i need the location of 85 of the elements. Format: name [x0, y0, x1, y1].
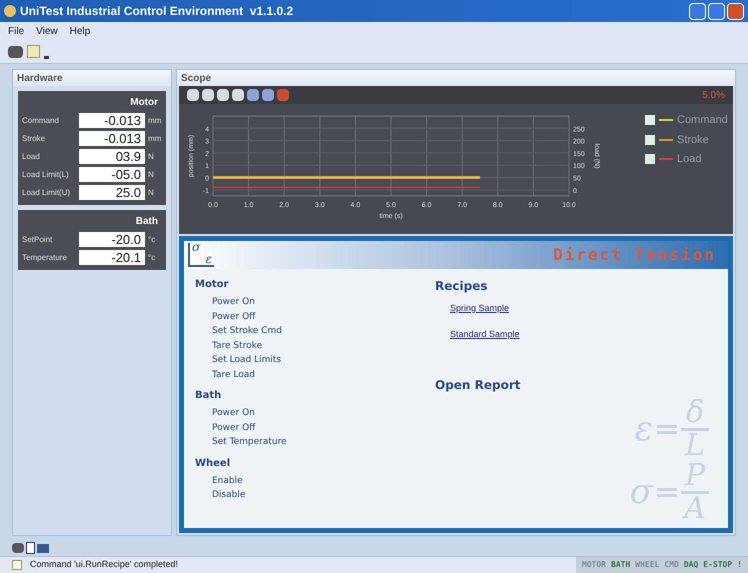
command-link[interactable]: Disable	[212, 488, 246, 502]
status-indicator: !	[737, 559, 742, 571]
value-field[interactable]: -20.1	[79, 250, 145, 265]
logo-sigma: σ	[192, 241, 200, 253]
equals-sign-icon	[657, 488, 677, 497]
document-button[interactable]	[26, 542, 35, 554]
recipes-heading: Recipes	[435, 278, 488, 295]
command-link[interactable]: Tare Stroke	[212, 338, 262, 353]
field-label: Temperature	[22, 252, 68, 264]
checkbox[interactable]	[645, 154, 655, 164]
menu-item[interactable]: Help	[70, 24, 90, 38]
percent-reading: 5.0%	[702, 88, 725, 102]
panel-title: Hardware	[17, 72, 63, 86]
value-field[interactable]: -0.013	[79, 131, 145, 146]
image-button[interactable]	[262, 89, 274, 101]
legend-label: Load	[677, 152, 702, 167]
command-link[interactable]: Set Stroke Cmd	[212, 324, 282, 338]
command-link[interactable]: Set Temperature	[212, 435, 287, 450]
status-message: Command 'ui.RunRecipe' completed!	[30, 558, 178, 572]
stop-button[interactable]	[277, 89, 289, 101]
group-title: Motor	[130, 96, 158, 110]
value-field[interactable]: 03.9	[79, 149, 145, 164]
panel-title: Scope	[181, 72, 212, 86]
value-field[interactable]: -0.013	[79, 113, 145, 128]
status-indicator: MOTOR	[582, 559, 606, 571]
maximize-button[interactable]	[708, 2, 725, 20]
value-field[interactable]: 25.0	[79, 185, 145, 200]
command-link[interactable]: Enable	[212, 474, 243, 488]
checkbox[interactable]	[645, 115, 655, 126]
legend-label: Command	[677, 113, 728, 128]
command-link[interactable]: Power Off	[212, 420, 256, 435]
recipe-link[interactable]: Standard Sample	[450, 328, 520, 341]
window-title: UniTest Industrial Control Environment v1.1.0.2	[20, 3, 294, 20]
value-field[interactable]: -20.0	[79, 232, 145, 247]
checkbox[interactable]	[645, 134, 655, 145]
field-label: SetPoint	[22, 234, 54, 246]
command-link[interactable]: Power On	[212, 295, 255, 310]
message-icon	[12, 560, 22, 570]
field-label: Load Limit(U)	[22, 186, 72, 198]
command-link[interactable]: Power On	[212, 406, 255, 420]
section-heading: Wheel	[195, 456, 232, 470]
fraction-bar	[681, 491, 709, 494]
command-link[interactable]: Set Load Limits	[212, 353, 282, 368]
unit-label: N	[148, 150, 154, 162]
preview-button[interactable]	[232, 89, 244, 101]
field-label: Load	[22, 150, 41, 162]
unit-label: mm	[148, 132, 162, 144]
unit-label: mm	[148, 114, 162, 126]
menu-item[interactable]: View	[36, 24, 58, 38]
list-button[interactable]	[247, 89, 259, 101]
logo-epsilon: ε	[206, 253, 212, 265]
value-field[interactable]: -05.0	[79, 167, 145, 182]
fraction-bar	[681, 428, 709, 431]
unit-label: °c	[148, 234, 156, 246]
open-report-link[interactable]: Open Report	[435, 376, 521, 394]
save-button[interactable]	[187, 89, 199, 101]
field-label: Stroke	[22, 132, 46, 144]
status-indicator: E-STOP	[703, 559, 732, 571]
unit-label: °c	[148, 252, 156, 264]
section-heading: Motor	[195, 278, 230, 292]
field-label: Command	[22, 114, 60, 126]
window-button[interactable]	[37, 544, 49, 552]
app-icon	[4, 5, 16, 17]
print-button[interactable]	[217, 89, 229, 101]
field-label: Load Limit(L)	[22, 168, 70, 180]
section-heading: Bath	[195, 389, 222, 403]
folder-button[interactable]	[8, 46, 23, 58]
unit-label: N	[148, 186, 154, 198]
folder-button[interactable]	[12, 543, 24, 553]
close-button[interactable]	[727, 2, 744, 20]
legend-label: Stroke	[677, 132, 709, 148]
menu-item[interactable]: File	[8, 24, 24, 38]
copy-button[interactable]	[202, 89, 214, 101]
recipe-title: Direct Tension	[553, 244, 716, 266]
status-indicator: CMD	[664, 559, 679, 571]
status-indicator: DAQ	[684, 559, 698, 571]
status-indicator: WHEEL	[635, 559, 660, 571]
minimize-button[interactable]	[689, 2, 706, 20]
command-link[interactable]: Tare Load	[212, 368, 256, 382]
recipe-link[interactable]: Spring Sample	[450, 302, 510, 316]
unit-label: N	[148, 168, 154, 180]
equals-sign-icon	[657, 425, 677, 434]
command-link[interactable]: Power Off	[212, 310, 256, 324]
group-title: Bath	[136, 215, 158, 229]
status-indicator: BATH	[611, 559, 630, 571]
